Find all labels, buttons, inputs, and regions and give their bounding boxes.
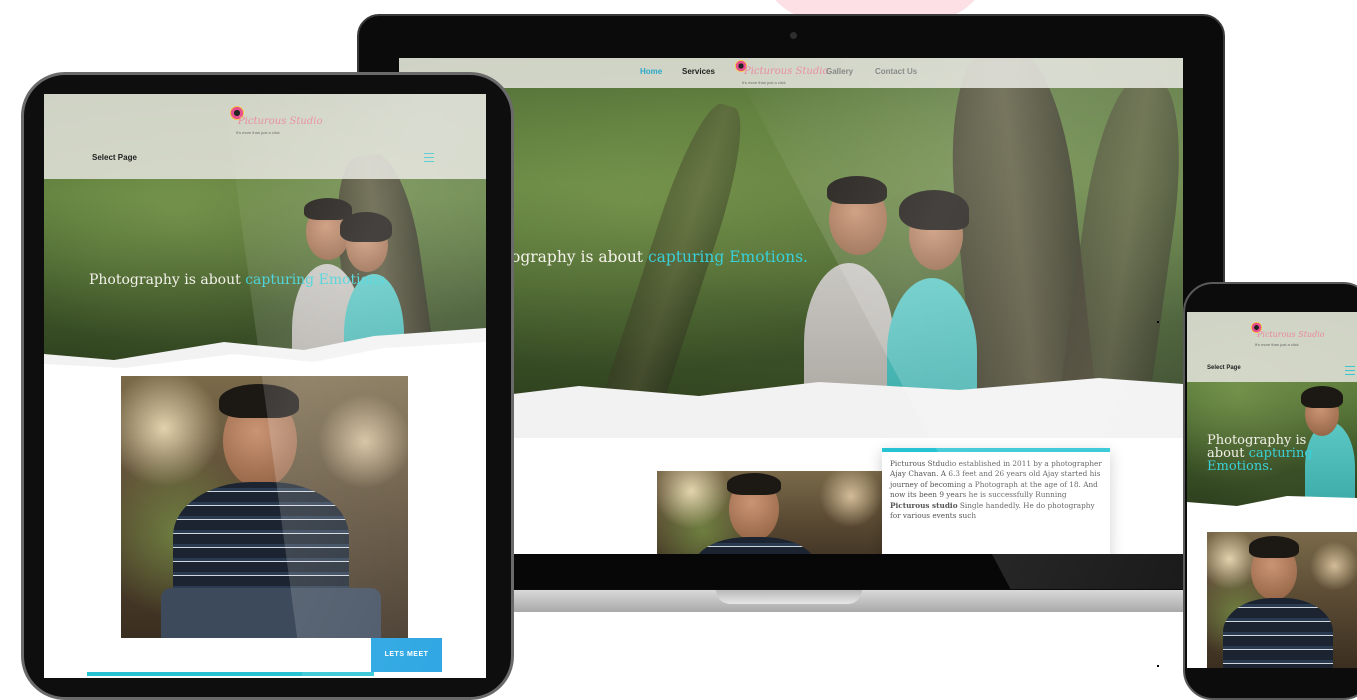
- tablet-navbar: Picturous Studio It's more than just a c…: [44, 94, 486, 179]
- logo-text[interactable]: Picturous Studio: [1257, 330, 1325, 339]
- nav-contact[interactable]: Contact Us: [875, 67, 917, 76]
- hero-background: [399, 58, 1183, 418]
- tablet-screen: Picturous Studio It's more than just a c…: [44, 94, 486, 678]
- logo-tagline: It's more than just a click: [1255, 342, 1299, 347]
- nav-services[interactable]: Services: [682, 67, 715, 76]
- decorative-dot: [1157, 665, 1159, 667]
- hero-wave-divider: [1187, 496, 1357, 518]
- decorative-dot: [1157, 321, 1159, 323]
- hero-headline: Photography is about capturing Emotions.: [1207, 433, 1313, 474]
- hero-wave-divider: [399, 378, 1183, 438]
- phone-navbar: Picturous Studio It's more than just a c…: [1187, 312, 1357, 382]
- card-accent-bar: [87, 672, 374, 676]
- laptop-screen-bottom-bezel: [399, 554, 1183, 589]
- menu-icon[interactable]: [424, 153, 434, 165]
- logo-text[interactable]: Picturous Studio: [744, 66, 828, 77]
- select-page-dropdown[interactable]: Select Page: [1207, 365, 1241, 371]
- about-paragraph: Picturous Stdudio established in 2011 by…: [890, 459, 1102, 521]
- about-photo: [121, 376, 408, 638]
- menu-icon[interactable]: [1345, 366, 1355, 378]
- nav-home[interactable]: Home: [640, 67, 662, 76]
- lets-meet-button[interactable]: LETS MEET: [371, 638, 442, 672]
- hero-wave-divider: [44, 328, 486, 384]
- logo-tagline: It's more than just a click: [742, 80, 786, 85]
- laptop-camera: [790, 32, 797, 39]
- select-page-dropdown[interactable]: Select Page: [92, 153, 137, 162]
- logo-text[interactable]: Picturous Studio: [238, 116, 322, 127]
- laptop-navbar: Home Services Picturous Studio It's more…: [399, 58, 1183, 88]
- about-photo: [1207, 532, 1357, 668]
- nav-gallery[interactable]: Gallery: [826, 67, 853, 76]
- laptop-notch: [716, 590, 862, 604]
- hero-headline: ography is about capturing Emotions.: [511, 248, 808, 266]
- phone-screen: Picturous Studio It's more than just a c…: [1187, 312, 1357, 668]
- hero-headline: Photography is about capturing Emotions.: [89, 272, 390, 288]
- logo-tagline: It's more than just a click: [236, 130, 280, 135]
- laptop-screen: Home Services Picturous Studio It's more…: [399, 58, 1183, 589]
